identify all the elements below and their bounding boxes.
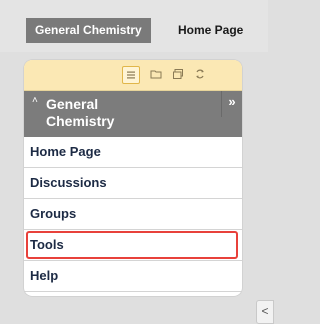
course-title: General Chemistry xyxy=(46,96,115,129)
scroll-left-handle[interactable]: < xyxy=(256,300,274,324)
caret-up-icon: ˄ xyxy=(32,95,38,106)
menu-item-tools[interactable]: Tools xyxy=(24,230,242,261)
list-view-icon[interactable] xyxy=(122,66,140,84)
window-icon[interactable] xyxy=(172,68,184,80)
course-menu-header[interactable]: ˄ General Chemistry » xyxy=(24,91,242,137)
collapse-menu-button[interactable]: » xyxy=(221,91,242,117)
menu-item-home-page[interactable]: Home Page xyxy=(24,137,242,168)
menu-toolbar xyxy=(24,60,242,91)
menu-item-help[interactable]: Help xyxy=(24,261,242,292)
menu-item-discussions[interactable]: Discussions xyxy=(24,168,242,199)
course-menu-list: Home Page Discussions Groups Tools Help xyxy=(24,137,242,292)
refresh-icon[interactable] xyxy=(194,68,206,80)
breadcrumb-course[interactable]: General Chemistry xyxy=(26,18,151,43)
course-menu-panel: ˄ General Chemistry » Home Page Discussi… xyxy=(24,60,242,296)
breadcrumb-page[interactable]: Home Page xyxy=(178,18,243,43)
top-bar: General Chemistry Home Page xyxy=(0,0,268,52)
menu-item-groups[interactable]: Groups xyxy=(24,199,242,230)
folder-icon[interactable] xyxy=(150,68,162,80)
